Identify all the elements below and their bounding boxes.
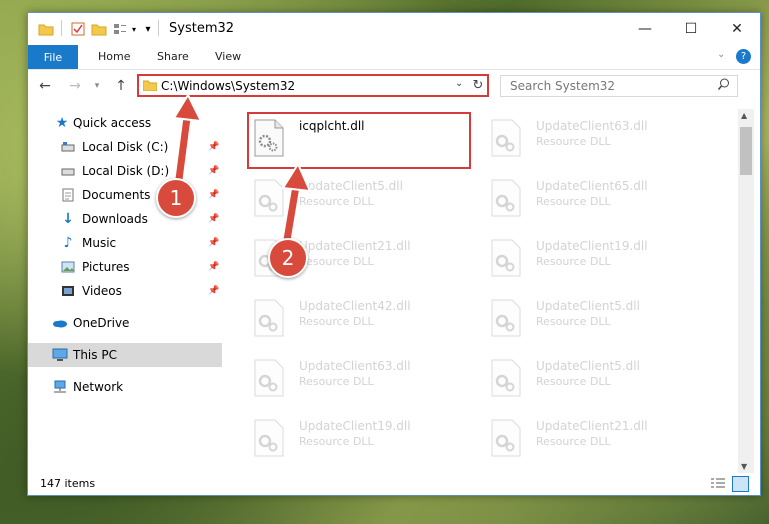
step-badge-2: 2 <box>268 238 308 278</box>
arrow-1 <box>172 92 203 193</box>
annotation-arrows <box>172 92 312 246</box>
arrow-2 <box>281 161 312 246</box>
step-badge-1: 1 <box>156 178 196 218</box>
